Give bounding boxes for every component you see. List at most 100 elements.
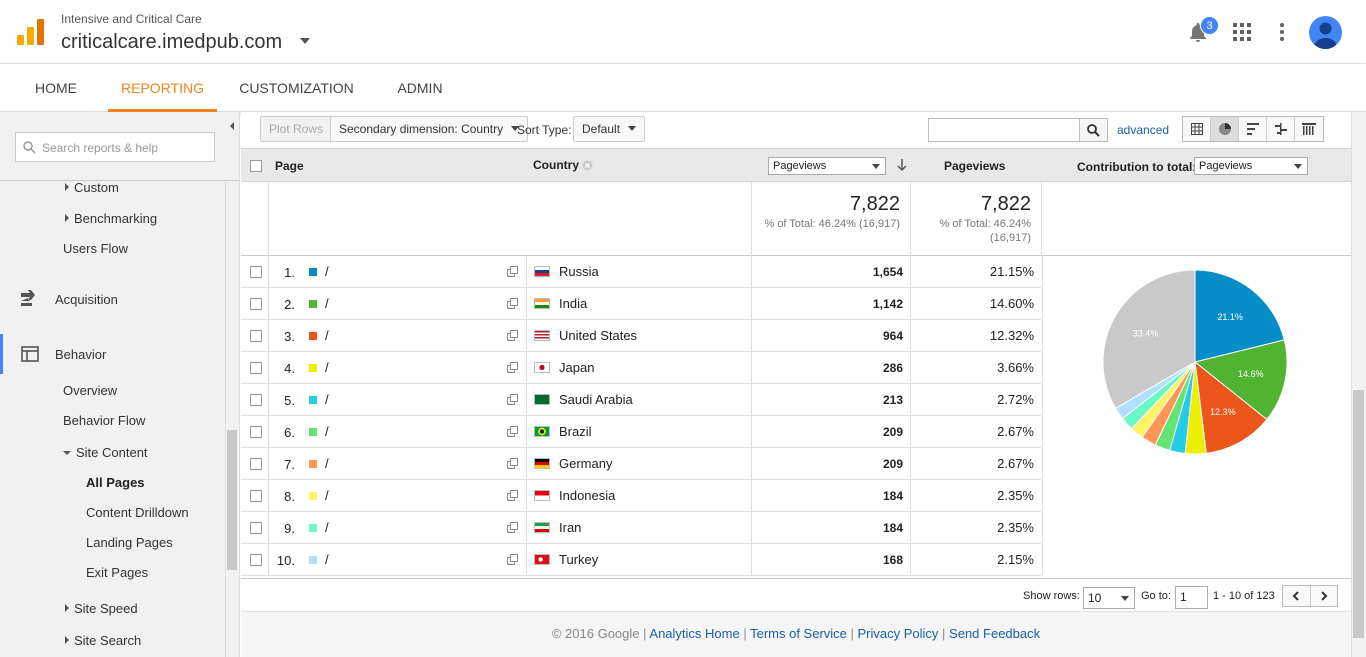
secondary-dimension-dropdown[interactable]: Secondary dimension: Country — [330, 116, 529, 142]
notification-badge[interactable]: 3 — [1200, 16, 1219, 35]
performance-view-button[interactable] — [1239, 117, 1267, 141]
collapse-sidebar-icon[interactable] — [226, 118, 238, 134]
open-page-icon[interactable] — [507, 490, 518, 501]
country-link[interactable]: Russia — [559, 264, 599, 279]
sidebar-item-landing-pages[interactable]: Landing Pages — [86, 535, 173, 550]
open-page-icon[interactable] — [507, 298, 518, 309]
open-page-icon[interactable] — [507, 330, 518, 341]
page-path-link[interactable]: / — [325, 296, 329, 311]
sidebar-item-custom[interactable]: Custom — [65, 180, 119, 195]
table-row[interactable]: 4. / Japan 286 3.66% — [241, 352, 1041, 384]
country-link[interactable]: India — [559, 296, 587, 311]
row-checkbox[interactable] — [250, 330, 262, 342]
table-row[interactable]: 8. / Indonesia 184 2.35% — [241, 480, 1041, 512]
chevron-left-icon[interactable] — [1291, 591, 1301, 601]
sidebar-item-benchmarking[interactable]: Benchmarking — [65, 211, 157, 226]
column-header-country[interactable]: Country — [533, 158, 579, 172]
sidebar-scrollbar[interactable] — [225, 182, 238, 657]
sidebar-item-overview[interactable]: Overview — [63, 383, 117, 398]
sidebar-scroll-thumb[interactable] — [227, 430, 237, 570]
row-checkbox[interactable] — [250, 554, 262, 566]
sidebar-item-acquisition[interactable]: Acquisition — [55, 292, 118, 307]
page-path-link[interactable]: / — [325, 520, 329, 535]
advanced-filter-link[interactable]: advanced — [1117, 123, 1169, 137]
pivot-view-button[interactable] — [1295, 117, 1323, 141]
page-path-link[interactable]: / — [325, 488, 329, 503]
avatar[interactable] — [1309, 16, 1342, 49]
open-page-icon[interactable] — [507, 266, 518, 277]
sidebar-item-all-pages[interactable]: All Pages — [86, 475, 145, 490]
sidebar-item-behavior[interactable]: Behavior — [55, 347, 106, 362]
sort-descending-icon[interactable] — [897, 159, 907, 172]
footer-link-privacy[interactable]: Privacy Policy — [858, 626, 939, 641]
page-path-link[interactable]: / — [325, 392, 329, 407]
goto-input[interactable]: 1 — [1175, 586, 1208, 609]
table-row[interactable]: 9. / Iran 184 2.35% — [241, 512, 1041, 544]
page-path-link[interactable]: / — [325, 424, 329, 439]
country-link[interactable]: Brazil — [559, 424, 592, 439]
row-checkbox[interactable] — [250, 426, 262, 438]
page-path-link[interactable]: / — [325, 456, 329, 471]
page-path-link[interactable]: / — [325, 328, 329, 343]
country-link[interactable]: Germany — [559, 456, 612, 471]
row-checkbox[interactable] — [250, 522, 262, 534]
country-link[interactable]: Japan — [559, 360, 594, 375]
table-filter-input[interactable] — [928, 118, 1080, 142]
country-link[interactable]: Turkey — [559, 552, 598, 567]
table-row[interactable]: 3. / United States 964 12.32% — [241, 320, 1041, 352]
open-page-icon[interactable] — [507, 394, 518, 405]
sidebar-item-site-content[interactable]: Site Content — [63, 445, 148, 460]
row-checkbox[interactable] — [250, 490, 262, 502]
country-link[interactable]: Saudi Arabia — [559, 392, 633, 407]
show-rows-select[interactable]: 10 — [1083, 587, 1135, 609]
apps-grid-icon[interactable] — [1233, 23, 1251, 41]
column-header-page[interactable]: Page — [275, 159, 304, 173]
table-row[interactable]: 10. / Turkey 168 2.15% — [241, 544, 1041, 576]
comparison-view-button[interactable] — [1267, 117, 1295, 141]
sidebar-item-site-search[interactable]: Site Search — [65, 633, 141, 648]
more-vert-icon[interactable] — [1278, 23, 1286, 41]
country-link[interactable]: Indonesia — [559, 488, 615, 503]
sidebar-item-content-drilldown[interactable]: Content Drilldown — [86, 505, 189, 520]
metric-select[interactable]: Pageviews — [768, 157, 886, 175]
sidebar-item-site-speed[interactable]: Site Speed — [65, 601, 138, 616]
remove-dimension-icon[interactable] — [582, 160, 593, 171]
table-view-button[interactable] — [1183, 117, 1211, 141]
table-row[interactable]: 1. / Russia 1,654 21.15% — [241, 256, 1041, 288]
footer-link-feedback[interactable]: Send Feedback — [949, 626, 1040, 641]
contribution-select[interactable]: Pageviews — [1194, 157, 1308, 175]
table-row[interactable]: 2. / India 1,142 14.60% — [241, 288, 1041, 320]
open-page-icon[interactable] — [507, 426, 518, 437]
row-checkbox[interactable] — [250, 458, 262, 470]
pie-view-button[interactable] — [1211, 117, 1239, 141]
table-filter-search-button[interactable] — [1080, 118, 1108, 142]
tab-home[interactable]: HOME — [20, 64, 92, 112]
footer-link-analytics-home[interactable]: Analytics Home — [649, 626, 739, 641]
table-row[interactable]: 6. / Brazil 209 2.67% — [241, 416, 1041, 448]
select-all-checkbox[interactable] — [250, 160, 262, 172]
sidebar-item-exit-pages[interactable]: Exit Pages — [86, 565, 148, 580]
tab-reporting[interactable]: REPORTING — [108, 64, 217, 112]
column-header-pageviews[interactable]: Pageviews — [944, 159, 1005, 173]
row-checkbox[interactable] — [250, 394, 262, 406]
sidebar-item-behavior-flow[interactable]: Behavior Flow — [63, 413, 145, 428]
sidebar-item-users-flow[interactable]: Users Flow — [63, 241, 128, 256]
footer-link-terms[interactable]: Terms of Service — [750, 626, 847, 641]
open-page-icon[interactable] — [507, 554, 518, 565]
account-selector[interactable]: criticalcare.imedpub.com — [61, 31, 282, 54]
open-page-icon[interactable] — [507, 458, 518, 469]
main-scroll-thumb[interactable] — [1353, 390, 1364, 638]
open-page-icon[interactable] — [507, 522, 518, 533]
table-row[interactable]: 7. / Germany 209 2.67% — [241, 448, 1041, 480]
page-path-link[interactable]: / — [325, 552, 329, 567]
country-link[interactable]: Iran — [559, 520, 581, 535]
search-reports-input[interactable]: Search reports & help — [15, 132, 215, 162]
chevron-down-icon[interactable] — [300, 38, 310, 44]
tab-admin[interactable]: ADMIN — [384, 64, 456, 112]
open-page-icon[interactable] — [507, 362, 518, 373]
row-checkbox[interactable] — [250, 362, 262, 374]
sort-type-dropdown[interactable]: Default — [573, 116, 646, 142]
analytics-logo-icon[interactable] — [17, 19, 45, 47]
tab-customization[interactable]: CUSTOMIZATION — [230, 64, 363, 112]
page-path-link[interactable]: / — [325, 360, 329, 375]
